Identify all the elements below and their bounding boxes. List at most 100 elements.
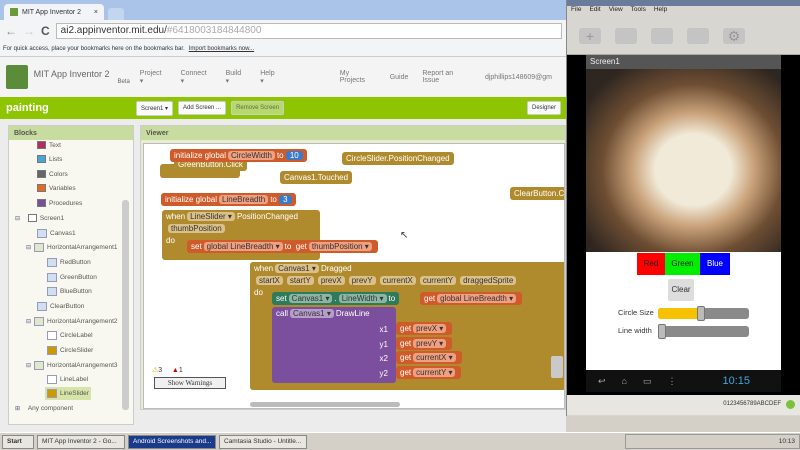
builtin-lists[interactable]: Lists bbox=[37, 155, 62, 163]
collapse-icon[interactable]: ⊟ bbox=[15, 215, 20, 222]
menu-project[interactable]: Project ▾ bbox=[140, 70, 167, 85]
tree-label: HorizontalArrangement2 bbox=[47, 318, 118, 325]
builtin-procedures[interactable]: Procedures bbox=[37, 199, 82, 207]
init-circlewidth-block[interactable]: initialize global CircleWidth to 10 bbox=[170, 149, 307, 162]
report-issue-link[interactable]: Report an Issue bbox=[422, 70, 471, 84]
recents-icon[interactable]: ▭ bbox=[643, 376, 652, 387]
overflow-icon[interactable]: ⋮ bbox=[668, 376, 677, 387]
taskbar-item-chrome[interactable]: MIT App Inventor 2 - Go... bbox=[37, 434, 125, 449]
set-linewidth-block[interactable]: set Canvas1 ▾. LineWidth ▾ to bbox=[272, 292, 400, 305]
bookmarks-bar: For quick access, place your bookmarks h… bbox=[0, 42, 566, 57]
tree-any-component[interactable]: ⊞ Any component bbox=[15, 405, 73, 412]
tree-label: Any component bbox=[27, 405, 74, 412]
circleslider-positionchanged-block[interactable]: CircleSlider.PositionChanged bbox=[342, 152, 454, 165]
import-bookmarks-link[interactable]: Import bookmarks now... bbox=[189, 46, 254, 52]
menu-edit[interactable]: Edit bbox=[589, 6, 600, 18]
forward-icon[interactable]: → bbox=[23, 24, 35, 38]
get-linebreadth-block[interactable]: get global LineBreadth ▾ bbox=[420, 292, 523, 305]
browser-tab[interactable]: MIT App Inventor 2 × bbox=[4, 4, 104, 20]
green-button[interactable]: Green bbox=[665, 253, 700, 275]
slider-thumb[interactable] bbox=[658, 324, 666, 339]
screen-select[interactable]: Screen1 ▾ bbox=[136, 100, 174, 116]
get-prevy-block[interactable]: get prevY ▾ bbox=[396, 337, 453, 350]
trash-can-icon[interactable] bbox=[551, 356, 563, 378]
blocks-scrollbar[interactable] bbox=[122, 200, 129, 410]
my-projects-link[interactable]: My Projects bbox=[340, 70, 376, 84]
workspace-scrollbar[interactable] bbox=[250, 402, 400, 407]
close-tab-icon[interactable]: × bbox=[94, 9, 98, 16]
call-drawline-block[interactable]: call Canvas1 ▾ DrawLine x1 y1 x2 y2 bbox=[272, 307, 396, 383]
menu-tools[interactable]: Tools bbox=[631, 6, 646, 18]
screen-icon[interactable] bbox=[687, 28, 709, 44]
favicon-icon bbox=[10, 8, 18, 16]
reload-icon[interactable]: C bbox=[41, 24, 50, 38]
device-status-icon bbox=[786, 400, 795, 409]
clapper-icon[interactable] bbox=[615, 28, 637, 44]
gear-icon[interactable]: ⚙ bbox=[723, 28, 745, 44]
designer-button[interactable]: Designer bbox=[526, 101, 561, 115]
tree-harr2[interactable]: ⊟ HorizontalArrangement2 bbox=[26, 317, 117, 326]
collapse-icon[interactable]: ⊟ bbox=[26, 244, 31, 251]
tree-harr1[interactable]: ⊟ HorizontalArrangement1 bbox=[26, 243, 117, 252]
init-linebreadth-block[interactable]: initialize global LineBreadth to 3 bbox=[161, 193, 296, 206]
guide-link[interactable]: Guide bbox=[390, 74, 409, 81]
canvas-touched-block[interactable]: Canvas1.Touched bbox=[280, 171, 353, 184]
slider-thumb[interactable] bbox=[697, 306, 705, 321]
tree-clearbutton[interactable]: ClearButton bbox=[37, 302, 84, 311]
url-input[interactable]: ai2.appinventor.mit.edu/#641800318484480… bbox=[55, 23, 562, 39]
clear-button[interactable]: Clear bbox=[668, 279, 694, 301]
line-width-slider[interactable] bbox=[658, 324, 749, 339]
builtin-colors[interactable]: Colors bbox=[37, 170, 68, 178]
taskbar-item-camtasia[interactable]: Camtasia Studio - Untitle... bbox=[219, 434, 307, 449]
browser-tab-bar: MIT App Inventor 2 × bbox=[0, 0, 566, 20]
red-button[interactable]: Red bbox=[637, 253, 665, 275]
folder-icon[interactable] bbox=[651, 28, 673, 44]
label-icon bbox=[47, 331, 57, 340]
tree-linelabel[interactable]: LineLabel bbox=[47, 375, 88, 384]
tree-circleslider[interactable]: CircleSlider bbox=[47, 346, 93, 355]
start-button[interactable]: Start bbox=[2, 434, 34, 449]
collapse-icon[interactable]: ⊟ bbox=[26, 362, 31, 369]
brand-title: MIT App Inventor 2 bbox=[33, 69, 110, 79]
clearbutton-click-block[interactable]: ClearButton.Click bbox=[510, 187, 564, 200]
back-icon[interactable]: ↩ bbox=[598, 376, 606, 387]
bulldog-canvas-image[interactable] bbox=[586, 69, 781, 252]
circle-size-slider[interactable] bbox=[658, 306, 749, 321]
tree-canvas1[interactable]: Canvas1 bbox=[37, 229, 76, 238]
tree-lineslider[interactable]: LineSlider bbox=[45, 387, 91, 400]
menu-help[interactable]: Help bbox=[654, 6, 667, 18]
app-inventor-logo[interactable] bbox=[6, 65, 28, 89]
tree-circlelabel[interactable]: CircleLabel bbox=[47, 331, 93, 340]
get-prevx-block[interactable]: get prevX ▾ bbox=[396, 322, 453, 335]
label-icon bbox=[47, 375, 57, 384]
get-currenty-block[interactable]: get currentY ▾ bbox=[396, 366, 462, 379]
tree-harr3[interactable]: ⊟ HorizontalArrangement3 bbox=[26, 361, 117, 370]
tree-bluebutton[interactable]: BlueButton bbox=[47, 287, 92, 296]
new-tab-button[interactable] bbox=[108, 8, 124, 20]
set-linebreadth-block[interactable]: set global LineBreadth ▾ to get thumbPositi… bbox=[187, 240, 378, 253]
builtin-text[interactable]: Text bbox=[37, 141, 61, 149]
menu-help[interactable]: Help ▾ bbox=[260, 70, 280, 85]
taskbar-item-android-capture[interactable]: Android Screenshots and... bbox=[128, 434, 216, 449]
tree-screen1[interactable]: ⊟ Screen1 bbox=[15, 214, 64, 222]
collapse-icon[interactable]: ⊟ bbox=[26, 318, 31, 325]
tree-redbutton[interactable]: RedButton bbox=[47, 258, 91, 267]
home-icon[interactable]: ⌂ bbox=[622, 376, 627, 386]
tree-greenbutton[interactable]: GreenButton bbox=[47, 273, 97, 282]
show-warnings-button[interactable]: Show Warnings bbox=[154, 377, 226, 389]
builtin-variables[interactable]: Variables bbox=[37, 184, 76, 192]
add-device-icon[interactable]: + bbox=[579, 28, 601, 44]
add-screen-button[interactable]: Add Screen ... bbox=[178, 101, 227, 115]
back-icon[interactable]: ← bbox=[5, 24, 17, 38]
get-currentx-block[interactable]: get currentX ▾ bbox=[396, 351, 462, 364]
blocks-panel: Blocks Text Lists Colors Variables Proce… bbox=[8, 125, 134, 425]
remove-screen-button[interactable]: Remove Screen bbox=[231, 101, 285, 115]
menu-file[interactable]: File bbox=[571, 6, 581, 18]
blue-button[interactable]: Blue bbox=[700, 253, 730, 275]
menu-connect[interactable]: Connect ▾ bbox=[181, 70, 212, 85]
blocks-workspace[interactable]: GreenButton.Click initialize global Circl… bbox=[143, 143, 565, 409]
menu-build[interactable]: Build ▾ bbox=[226, 70, 247, 85]
expand-icon[interactable]: ⊞ bbox=[15, 405, 20, 412]
account-menu[interactable]: djphillips148609@gm bbox=[485, 74, 552, 81]
menu-view[interactable]: View bbox=[609, 6, 623, 18]
